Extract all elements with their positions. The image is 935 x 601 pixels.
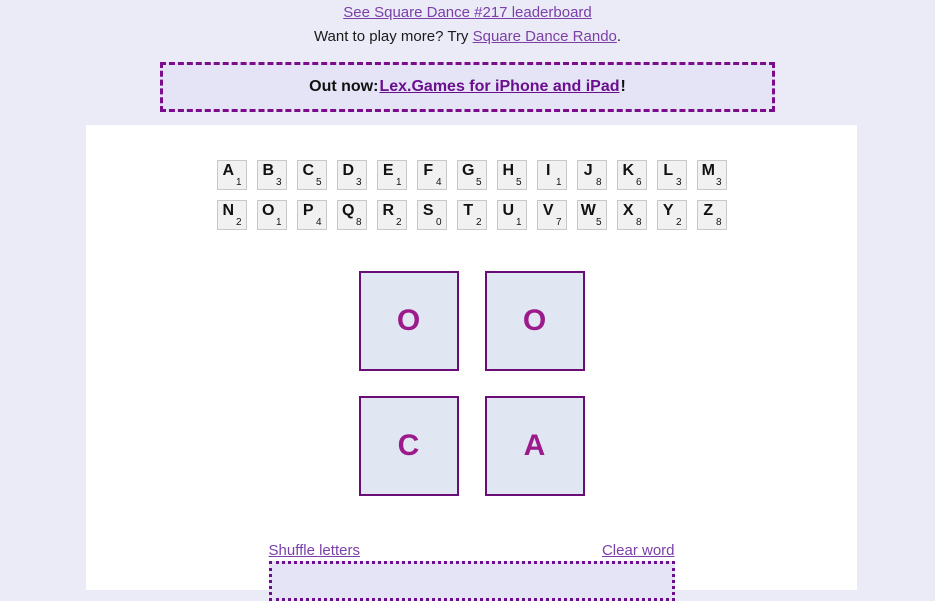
rack-tile-value: 8: [595, 177, 602, 188]
rack-tile[interactable]: U1: [496, 200, 527, 230]
rack-tile-value: 6: [635, 177, 642, 188]
promo-prefix: Out now:: [309, 78, 379, 95]
lex-games-link[interactable]: Lex.Games for iPhone and iPad: [379, 78, 619, 96]
current-word-box[interactable]: [268, 561, 675, 601]
shuffle-letters-link[interactable]: Shuffle letters: [269, 542, 360, 559]
rack-tile[interactable]: T2: [456, 200, 487, 230]
play-more-prefix: Want to play more? Try: [313, 28, 473, 45]
rack-tile[interactable]: D3: [336, 160, 367, 190]
square-dance-rando-link[interactable]: Square Dance Rando: [473, 28, 617, 45]
rack-tile-value: 4: [315, 217, 322, 228]
grid-cell[interactable]: A: [484, 396, 585, 496]
rack-tile[interactable]: X8: [616, 200, 647, 230]
rack-tile[interactable]: Y2: [656, 200, 687, 230]
grid-cell[interactable]: C: [358, 396, 459, 496]
rack-tile[interactable]: G5: [456, 160, 487, 190]
rack-tile[interactable]: W5: [576, 200, 607, 230]
promo-banner-wrap: Out now: Lex.Games for iPhone and iPad!: [0, 62, 935, 112]
top-links: See Square Dance #217 leaderboard Want t…: [0, 0, 935, 47]
rack-tile-value: 3: [715, 177, 722, 188]
rack-tile[interactable]: F4: [416, 160, 447, 190]
rack-tile-value: 5: [595, 217, 602, 228]
rack-tile[interactable]: J8: [576, 160, 607, 190]
rack-tile-value: 5: [475, 177, 482, 188]
rack-tile-value: 8: [355, 217, 362, 228]
rack-tile-value: 1: [395, 177, 402, 188]
letter-rack-row-1: A1 B3 C5 D3 E1 F4 G5 H5 I1 J8 K6 L3 M3: [86, 160, 857, 190]
rack-tile[interactable]: R2: [376, 200, 407, 230]
rack-tile-value: 2: [395, 217, 402, 228]
game-panel: A1 B3 C5 D3 E1 F4 G5 H5 I1 J8 K6 L3 M3 N…: [86, 125, 857, 601]
rack-tile-value: 3: [275, 177, 282, 188]
rack-tile-value: 0: [435, 217, 442, 228]
leaderboard-link[interactable]: See Square Dance #217 leaderboard: [343, 4, 592, 21]
rack-tile-value: 1: [235, 177, 242, 188]
play-more-line: Want to play more? Try Square Dance Rand…: [0, 27, 935, 47]
rack-tile-value: 2: [675, 217, 682, 228]
rack-tile[interactable]: I1: [536, 160, 567, 190]
rack-tile[interactable]: A1: [216, 160, 247, 190]
rack-tile[interactable]: H5: [496, 160, 527, 190]
rack-tile[interactable]: Z8: [696, 200, 727, 230]
rack-tile-value: 5: [515, 177, 522, 188]
rack-tile[interactable]: M3: [696, 160, 727, 190]
rack-tile-value: 4: [435, 177, 442, 188]
rack-tile-value: 7: [555, 217, 562, 228]
rack-tile[interactable]: S0: [416, 200, 447, 230]
clear-word-link[interactable]: Clear word: [602, 542, 675, 559]
square-dance-grid: O O C A: [86, 271, 857, 496]
letter-rack-row-2: N2 O1 P4 Q8 R2 S0 T2 U1 V7 W5 X8 Y2 Z8: [86, 200, 857, 230]
rack-tile-value: 8: [715, 217, 722, 228]
rack-tile-value: 1: [515, 217, 522, 228]
rack-tile-value: 2: [235, 217, 242, 228]
rack-tile[interactable]: B3: [256, 160, 287, 190]
promo-suffix: !: [620, 78, 626, 95]
rack-tile[interactable]: N2: [216, 200, 247, 230]
rack-tile-value: 5: [315, 177, 322, 188]
rack-tile-value: 3: [355, 177, 362, 188]
rack-tile-value: 1: [555, 177, 562, 188]
rack-tile[interactable]: L3: [656, 160, 687, 190]
rack-tile[interactable]: E1: [376, 160, 407, 190]
rack-tile[interactable]: P4: [296, 200, 327, 230]
rack-tile-value: 3: [675, 177, 682, 188]
rack-tile[interactable]: O1: [256, 200, 287, 230]
rack-tile[interactable]: C5: [296, 160, 327, 190]
leaderboard-line: See Square Dance #217 leaderboard: [0, 3, 935, 23]
rack-tile-value: 1: [275, 217, 282, 228]
rack-tile[interactable]: Q8: [336, 200, 367, 230]
grid-cell[interactable]: O: [358, 271, 459, 371]
grid-cell[interactable]: O: [484, 271, 585, 371]
rack-tile-value: 8: [635, 217, 642, 228]
rack-tile-value: 2: [475, 217, 482, 228]
promo-banner[interactable]: Out now: Lex.Games for iPhone and iPad!: [160, 62, 775, 112]
grid-controls: Shuffle letters Clear word: [269, 542, 675, 559]
play-more-suffix: .: [616, 28, 622, 45]
rack-tile[interactable]: K6: [616, 160, 647, 190]
rack-tile[interactable]: V7: [536, 200, 567, 230]
